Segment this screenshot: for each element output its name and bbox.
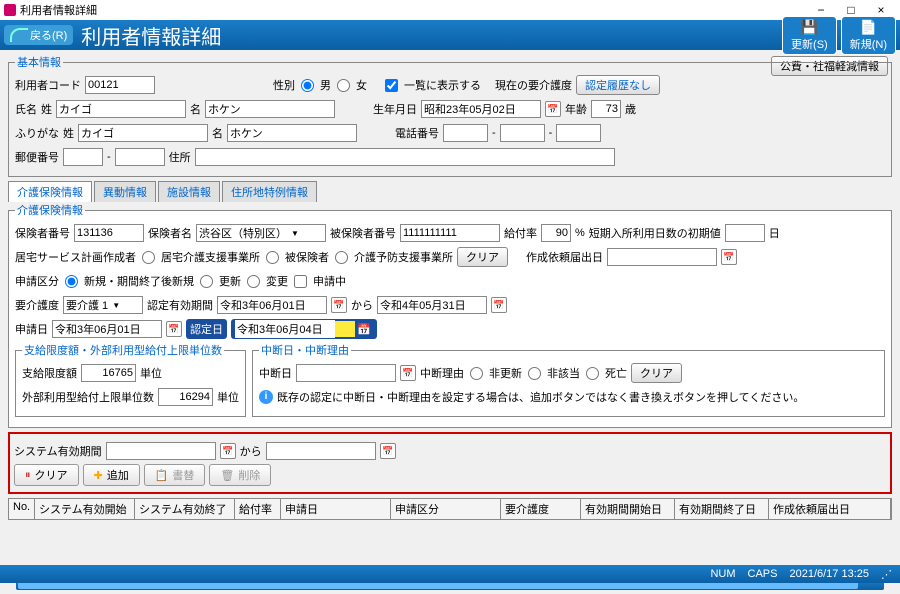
mei-input[interactable] bbox=[205, 100, 335, 118]
phone1-input[interactable] bbox=[443, 124, 488, 142]
insno-input[interactable] bbox=[74, 224, 144, 242]
carelv-select[interactable]: 要介護 1▼ bbox=[63, 296, 143, 314]
limit-input[interactable] bbox=[81, 364, 136, 382]
apptype2-radio[interactable] bbox=[200, 275, 213, 288]
cert-history-button[interactable]: 認定履歴なし bbox=[576, 75, 660, 95]
apptype1-radio[interactable] bbox=[65, 275, 78, 288]
calendar-icon[interactable]: 📅 bbox=[545, 101, 561, 117]
app-icon bbox=[4, 4, 16, 16]
shortstay-input[interactable] bbox=[725, 224, 765, 242]
calendar-icon[interactable]: 📅 bbox=[721, 249, 737, 265]
chevron-down-icon: ▼ bbox=[112, 301, 120, 310]
sys-to-input[interactable] bbox=[266, 442, 376, 460]
tab-transfer[interactable]: 異動情報 bbox=[94, 181, 156, 202]
plan-opt2-radio[interactable] bbox=[266, 251, 279, 264]
appdate-input[interactable] bbox=[52, 320, 162, 338]
zip1-input[interactable] bbox=[63, 148, 103, 166]
sys-rewrite-button[interactable]: 📋書替 bbox=[144, 464, 206, 486]
sys-clear-button[interactable]: ⏸クリア bbox=[14, 464, 79, 486]
nintei-input[interactable] bbox=[235, 320, 335, 338]
plan-opt3-radio[interactable] bbox=[335, 251, 348, 264]
chevron-down-icon: ▼ bbox=[291, 229, 299, 238]
dob-input[interactable] bbox=[421, 100, 541, 118]
calendar-icon[interactable]: 📅 bbox=[400, 365, 416, 381]
add-icon: ✚ bbox=[94, 469, 103, 482]
furi-sei-input[interactable] bbox=[78, 124, 208, 142]
tab-address-exception[interactable]: 住所地特例情報 bbox=[222, 181, 317, 202]
back-button[interactable]: 戻る(R) bbox=[4, 25, 73, 45]
age-input bbox=[591, 100, 621, 118]
basic-info-group: 基本情報 利用者コード 性別 男 女 一覧に表示する 現在の要介護度 認定履歴な… bbox=[8, 54, 892, 177]
datetime: 2021/6/17 13:25 bbox=[789, 568, 869, 580]
info-icon: i bbox=[259, 390, 273, 404]
new-button[interactable]: 📄新規(N) bbox=[841, 16, 896, 55]
sys-add-button[interactable]: ✚追加 bbox=[83, 464, 140, 486]
new-icon: 📄 bbox=[850, 19, 887, 36]
nintei-highlight bbox=[335, 321, 355, 337]
calendar-icon[interactable]: 📅 bbox=[331, 297, 347, 313]
delete-icon: 🗑 bbox=[220, 469, 234, 482]
nintei-label: 認定日 bbox=[186, 319, 227, 339]
system-period-box: システム有効期間 📅 から 📅 ⏸クリア ✚追加 📋書替 🗑削除 bbox=[8, 432, 892, 494]
hihono-input[interactable] bbox=[400, 224, 500, 242]
calendar-icon[interactable]: 📅 bbox=[491, 297, 507, 313]
sei-input[interactable] bbox=[56, 100, 186, 118]
window-title: 利用者情報詳細 bbox=[20, 2, 806, 18]
rate-input[interactable] bbox=[541, 224, 571, 242]
num-indicator: NUM bbox=[710, 568, 735, 580]
nintei-field: 📅 bbox=[231, 319, 377, 339]
apptype4-check[interactable] bbox=[294, 275, 307, 288]
phone2-input[interactable] bbox=[500, 124, 545, 142]
calendar-icon[interactable]: 📅 bbox=[380, 443, 396, 459]
tab-facility[interactable]: 施設情報 bbox=[158, 181, 220, 202]
plan-clear-button[interactable]: クリア bbox=[457, 247, 508, 267]
addr-input[interactable] bbox=[195, 148, 615, 166]
showlist-check[interactable] bbox=[385, 79, 398, 92]
status-bar: NUM CAPS 2021/6/17 13:25 ⋰ bbox=[0, 565, 900, 583]
ins-legend: 介護保険情報 bbox=[15, 202, 85, 218]
insname-select[interactable]: 渋谷区（特別区）▼ bbox=[196, 224, 326, 242]
sys-from-input[interactable] bbox=[106, 442, 216, 460]
save-icon: 💾 bbox=[791, 19, 828, 36]
furi-mei-input[interactable] bbox=[227, 124, 357, 142]
sr1-radio[interactable] bbox=[470, 367, 483, 380]
gender-female-radio[interactable] bbox=[337, 79, 350, 92]
calendar-icon[interactable]: 📅 bbox=[357, 323, 371, 336]
calendar-icon[interactable]: 📅 bbox=[166, 321, 182, 337]
tab-insurance[interactable]: 介護保険情報 bbox=[8, 181, 92, 202]
page-title: 利用者情報詳細 bbox=[81, 21, 221, 50]
reqdate-input[interactable] bbox=[607, 248, 717, 266]
basic-legend: 基本情報 bbox=[15, 54, 63, 70]
phone3-input[interactable] bbox=[556, 124, 601, 142]
update-button[interactable]: 💾更新(S) bbox=[782, 16, 837, 55]
sys-delete-button[interactable]: 🗑削除 bbox=[209, 464, 271, 486]
period-from-input[interactable] bbox=[217, 296, 327, 314]
back-icon bbox=[10, 28, 28, 42]
tab-bar: 介護保険情報 異動情報 施設情報 住所地特例情報 bbox=[8, 181, 892, 202]
calendar-icon[interactable]: 📅 bbox=[220, 443, 236, 459]
ext-input[interactable] bbox=[158, 388, 213, 406]
insurance-group: 介護保険情報 保険者番号 保険者名 渋谷区（特別区）▼ 被保険者番号 給付率 %… bbox=[8, 202, 892, 428]
rewrite-icon: 📋 bbox=[155, 469, 169, 482]
sr2-radio[interactable] bbox=[528, 367, 541, 380]
apptype3-radio[interactable] bbox=[247, 275, 260, 288]
table-header: No. システム有効開始 システム有効終了 給付率 申請日 申請区分 要介護度 … bbox=[8, 498, 892, 520]
period-to-input[interactable] bbox=[377, 296, 487, 314]
gender-male-radio[interactable] bbox=[301, 79, 314, 92]
caps-indicator: CAPS bbox=[748, 568, 778, 580]
pause-icon: ⏸ bbox=[25, 469, 31, 482]
stop-clear-button[interactable]: クリア bbox=[631, 363, 682, 383]
usercode-input[interactable] bbox=[85, 76, 155, 94]
resize-grip[interactable]: ⋰ bbox=[881, 568, 892, 581]
plan-opt1-radio[interactable] bbox=[142, 251, 155, 264]
stopdate-input[interactable] bbox=[296, 364, 396, 382]
zip2-input[interactable] bbox=[115, 148, 165, 166]
sr3-radio[interactable] bbox=[586, 367, 599, 380]
